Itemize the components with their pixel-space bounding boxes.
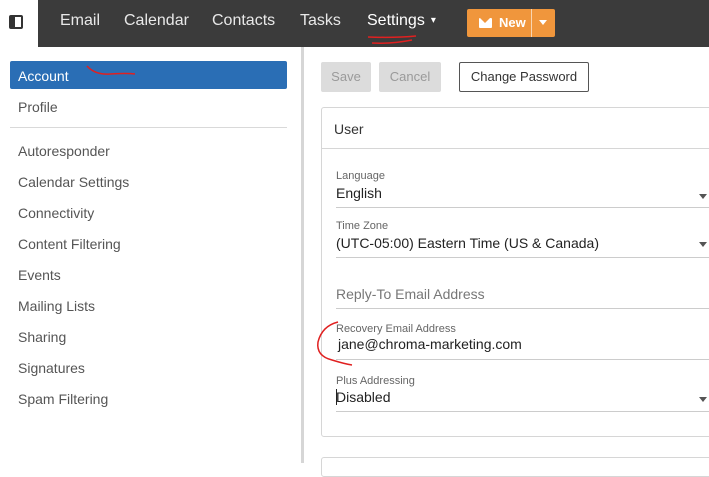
plus-addressing-value: Disabled [336, 389, 391, 405]
sidebar-item-events[interactable]: Events [10, 260, 287, 288]
new-button-label: New [499, 15, 526, 30]
top-navigation-bar: Email Calendar Contacts Tasks Settings ▾ … [0, 0, 709, 47]
new-button[interactable]: New [467, 9, 531, 37]
nav-settings[interactable]: Settings ▾ [367, 12, 436, 30]
nav-tasks[interactable]: Tasks [300, 12, 341, 30]
text-cursor [336, 389, 337, 405]
change-password-button[interactable]: Change Password [459, 62, 589, 92]
dropdown-arrow-icon [699, 242, 707, 247]
sidebar-divider [10, 127, 287, 128]
recovery-email-value: jane@chroma-marketing.com [338, 336, 522, 352]
language-label: Language [336, 170, 385, 182]
sidebar-splitter[interactable] [301, 47, 304, 463]
time-zone-value: (UTC-05:00) Eastern Time (US & Canada) [336, 235, 599, 251]
reply-to-placeholder: Reply-To Email Address [336, 286, 485, 302]
sidebar-item-signatures[interactable]: Signatures [10, 353, 287, 381]
time-zone-label: Time Zone [336, 220, 389, 232]
nav-contacts[interactable]: Contacts [212, 12, 275, 30]
chevron-down-icon [539, 20, 547, 25]
new-button-group: New [467, 9, 555, 37]
sidebar-panel-icon [9, 15, 23, 29]
sidebar-item-account[interactable]: Account [10, 61, 287, 89]
sidebar-item-autoresponder[interactable]: Autoresponder [10, 136, 287, 164]
card-title: User [334, 121, 364, 137]
plus-addressing-label: Plus Addressing [336, 375, 415, 387]
reply-to-email-field[interactable]: Reply-To Email Address [336, 279, 709, 309]
language-select[interactable]: Language English [336, 168, 709, 208]
sidebar-item-profile[interactable]: Profile [10, 92, 287, 120]
card-header: User [322, 108, 709, 149]
language-value: English [336, 185, 382, 201]
next-settings-card [321, 457, 709, 477]
nav-settings-label: Settings [367, 12, 425, 29]
recovery-email-label: Recovery Email Address [336, 323, 456, 335]
time-zone-select[interactable]: Time Zone (UTC-05:00) Eastern Time (US &… [336, 218, 709, 258]
sidebar-item-content-filtering[interactable]: Content Filtering [10, 229, 287, 257]
save-button[interactable]: Save [321, 62, 371, 92]
envelope-icon [479, 18, 492, 28]
sidebar-item-calendar-settings[interactable]: Calendar Settings [10, 167, 287, 195]
panel-toggle-button[interactable] [0, 0, 38, 47]
recovery-email-field[interactable]: Recovery Email Address jane@chroma-marke… [336, 320, 709, 360]
plus-addressing-select[interactable]: Plus Addressing Disabled [336, 372, 709, 412]
nav-email[interactable]: Email [60, 12, 100, 30]
cancel-button[interactable]: Cancel [379, 62, 441, 92]
chevron-down-icon: ▾ [430, 15, 436, 26]
dropdown-arrow-icon [699, 397, 707, 402]
new-dropdown-toggle[interactable] [532, 9, 555, 37]
sidebar-item-sharing[interactable]: Sharing [10, 322, 287, 350]
sidebar-item-spam-filtering[interactable]: Spam Filtering [10, 384, 287, 412]
sidebar-item-mailing-lists[interactable]: Mailing Lists [10, 291, 287, 319]
sidebar-item-connectivity[interactable]: Connectivity [10, 198, 287, 226]
dropdown-arrow-icon [699, 194, 707, 199]
nav-calendar[interactable]: Calendar [124, 12, 189, 30]
